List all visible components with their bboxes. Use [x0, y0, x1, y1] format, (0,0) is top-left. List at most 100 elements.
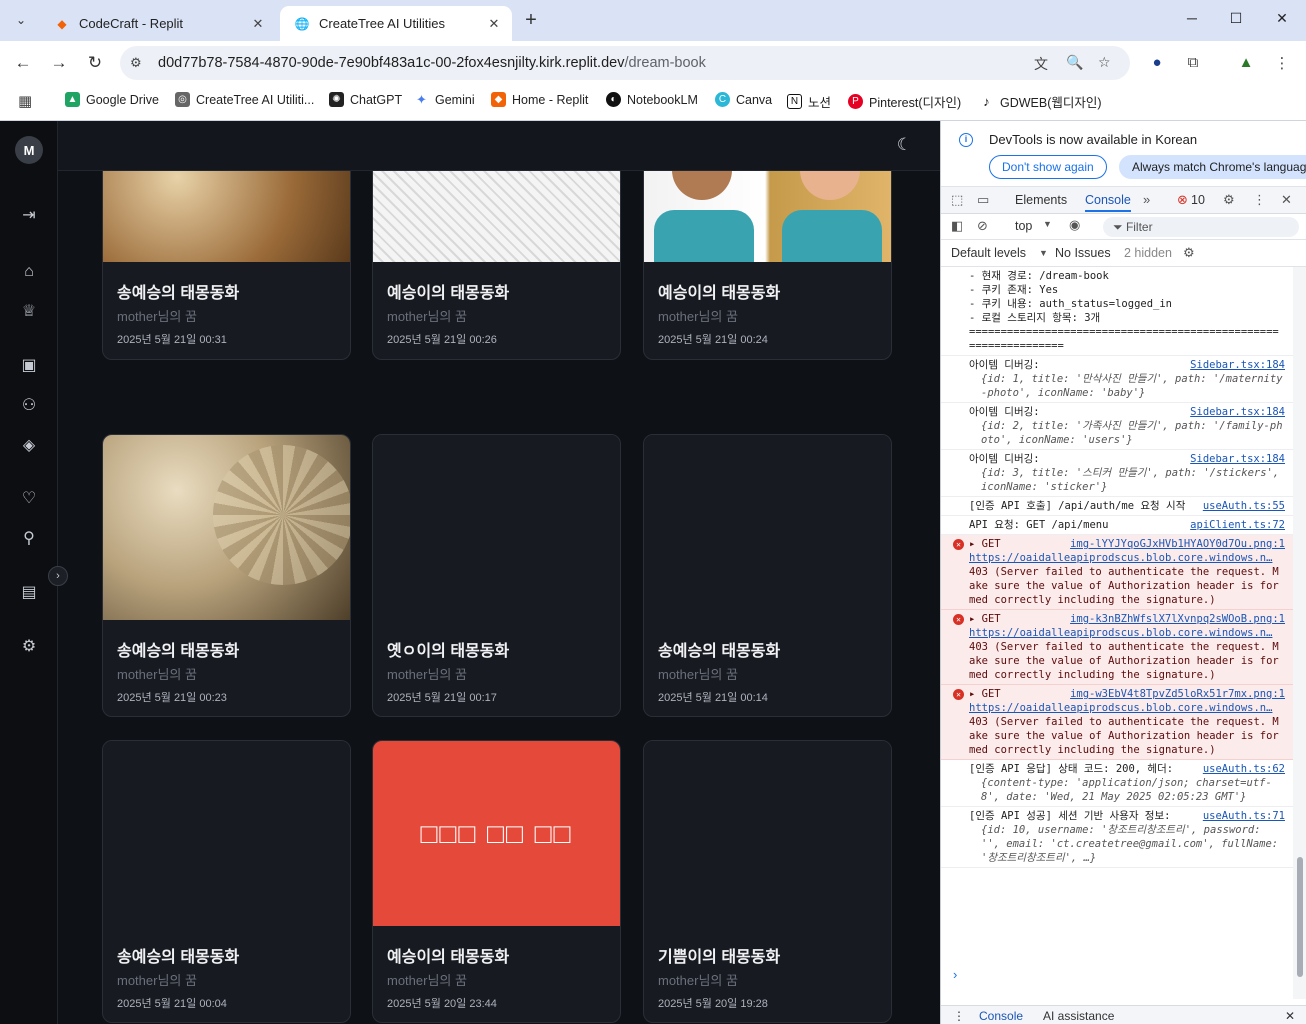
profile-icon[interactable]: ▲: [1236, 54, 1256, 71]
log-object[interactable]: {id: 10, username: '창조트리창조트리', password:…: [969, 823, 1285, 865]
more-tabs-icon[interactable]: »: [1143, 192, 1150, 207]
apps-icon[interactable]: ▦: [18, 92, 32, 110]
forward-button[interactable]: →: [48, 53, 70, 75]
log-object[interactable]: {content-type: 'application/json; charse…: [969, 776, 1285, 804]
dream-card[interactable]: 예승이의 태몽동화 mother님의 꿈 2025년 5월 21일 00:26: [372, 171, 621, 360]
filter-input[interactable]: ⏷ Filter: [1103, 217, 1299, 237]
dream-card[interactable]: 송예승의 태몽동화 mother님의 꿈 2025년 5월 21일 00:14: [643, 434, 892, 717]
reload-button[interactable]: ↻: [84, 53, 106, 75]
bookmark-createtree[interactable]: ◎ CreateTree AI Utiliti...: [175, 92, 314, 107]
drawer-menu-icon[interactable]: ⋮: [953, 1009, 965, 1023]
zoom-icon[interactable]: 🔍: [1066, 54, 1083, 71]
bookmark-gdweb[interactable]: ♪ GDWEB(웹디자인): [979, 92, 1101, 111]
close-icon[interactable]: ✕: [248, 16, 268, 32]
drawer-tab-ai-assistance[interactable]: AI assistance: [1043, 1009, 1114, 1023]
site-info-icon[interactable]: ⚙: [130, 55, 142, 71]
dream-card[interactable]: □□□ □□ □□ 예승이의 태몽동화 mother님의 꿈 2025년 5월 …: [372, 740, 621, 1023]
maximize-button[interactable]: ☐: [1226, 10, 1246, 27]
context-select[interactable]: top: [1015, 219, 1032, 233]
dream-card[interactable]: 옛ㅇ이의 태몽동화 mother님의 꿈 2025년 5월 21일 00:17: [372, 434, 621, 717]
close-devtools-icon[interactable]: ✕: [1281, 192, 1292, 208]
source-link[interactable]: useAuth.ts:55: [1203, 499, 1285, 513]
window-close-button[interactable]: ✕: [1272, 10, 1292, 27]
drawer-tab-console[interactable]: Console: [979, 1009, 1023, 1023]
always-match-language-button[interactable]: Always match Chrome's languag: [1119, 155, 1306, 179]
paint-bucket-icon[interactable]: ◈: [19, 436, 39, 456]
source-link[interactable]: useAuth.ts:71: [1203, 809, 1285, 823]
extensions-puzzle-icon[interactable]: ⧉: [1183, 54, 1203, 71]
dont-show-again-button[interactable]: Don't show again: [989, 155, 1107, 179]
users-icon[interactable]: ⚇: [19, 396, 39, 416]
dream-card[interactable]: 송예승의 태몽동화 mother님의 꿈 2025년 5월 21일 00:23: [102, 434, 351, 717]
source-link[interactable]: useAuth.ts:62: [1203, 762, 1285, 776]
sidebar-expand-button[interactable]: ›: [48, 566, 68, 586]
log-object[interactable]: {id: 1, title: '만삭사진 만들기', path: '/mater…: [969, 372, 1285, 400]
address-bar[interactable]: ⚙ d0d77b78-7584-4870-90de-7e90bf483a1c-0…: [120, 46, 1130, 80]
source-link[interactable]: Sidebar.tsx:184: [1190, 405, 1285, 419]
home-icon[interactable]: ⌂: [19, 262, 39, 282]
close-icon[interactable]: ✕: [484, 16, 504, 32]
back-button[interactable]: ←: [12, 53, 34, 75]
error-count-icon[interactable]: ⊗: [1177, 192, 1188, 208]
new-tab-button[interactable]: +: [520, 9, 542, 31]
source-link[interactable]: img-lYYJYqoGJxHVb1HYAOY0d7Ou.png:1: [1070, 537, 1285, 551]
bookmark-chatgpt[interactable]: ✺ ChatGPT: [329, 92, 402, 107]
moon-icon[interactable]: ☾: [897, 135, 912, 155]
bookmark-canva[interactable]: C Canva: [715, 92, 772, 107]
settings-icon[interactable]: ⚙: [1223, 192, 1235, 208]
clipboard-icon[interactable]: ▤: [19, 583, 39, 603]
log-levels-select[interactable]: Default levels: [951, 246, 1026, 260]
bookmark-gemini[interactable]: ✦ Gemini: [414, 92, 475, 107]
bookmark-google-drive[interactable]: ▲ Google Drive: [65, 92, 159, 107]
console-prompt[interactable]: ›: [953, 967, 957, 982]
pinterest-icon: P: [848, 94, 863, 109]
logout-icon[interactable]: ⇥: [19, 206, 39, 226]
tab-elements[interactable]: Elements: [1015, 193, 1067, 207]
award-icon[interactable]: ♕: [19, 302, 39, 322]
menu-icon[interactable]: ⋮: [1272, 54, 1292, 72]
bookmark-notebooklm[interactable]: ◐ NotebookLM: [606, 92, 698, 107]
log-object[interactable]: {id: 3, title: '스티커 만들기', path: '/sticke…: [969, 466, 1285, 494]
source-link[interactable]: Sidebar.tsx:184: [1190, 452, 1285, 466]
tab-search-button[interactable]: ⌄: [9, 8, 33, 32]
request-url[interactable]: https://oaidalleapiprodscus.blob.core.wi…: [969, 702, 1272, 714]
user-icon[interactable]: ⚲: [19, 529, 39, 549]
minimize-button[interactable]: ─: [1182, 10, 1202, 26]
scrollbar-thumb[interactable]: [1297, 857, 1303, 977]
translate-icon[interactable]: 文: [1034, 54, 1048, 74]
source-link[interactable]: img-w3EbV4t8TpvZd5loRx51r7mx.png:1: [1070, 687, 1285, 701]
more-options-icon[interactable]: ⋮: [1253, 192, 1266, 208]
avatar[interactable]: M: [15, 136, 43, 164]
device-toolbar-icon[interactable]: ▭: [977, 192, 989, 208]
bookmark-notion[interactable]: N 노션: [787, 92, 831, 111]
settings-icon[interactable]: ⚙: [19, 637, 39, 657]
dream-card[interactable]: 기쁨이의 태몽동화 mother님의 꿈 2025년 5월 20일 19:28: [643, 740, 892, 1023]
bookmark-pinterest[interactable]: P Pinterest(디자인): [848, 92, 961, 111]
console-scrollbar[interactable]: [1293, 267, 1306, 999]
issues-button[interactable]: No Issues: [1055, 246, 1111, 260]
sidebar-toggle-icon[interactable]: ◧: [951, 218, 963, 234]
request-url[interactable]: https://oaidalleapiprodscus.blob.core.wi…: [969, 627, 1272, 639]
source-link[interactable]: img-k3nBZhWfslX7lXvnpq2sWOoB.png:1: [1070, 612, 1285, 626]
clear-console-icon[interactable]: ⊘: [977, 218, 988, 234]
star-icon[interactable]: ☆: [1098, 54, 1111, 71]
eye-icon[interactable]: ◉: [1069, 217, 1080, 233]
dream-card[interactable]: 송예승의 태몽동화 mother님의 꿈 2025년 5월 21일 00:04: [102, 740, 351, 1023]
bookmark-replit[interactable]: ◆ Home - Replit: [491, 92, 588, 107]
tab-createtree[interactable]: 🌐 CreateTree AI Utilities ✕: [280, 6, 512, 41]
dream-card[interactable]: 예승이의 태몽동화 mother님의 꿈 2025년 5월 21일 00:24: [643, 171, 892, 360]
log-object[interactable]: {id: 2, title: '가족사진 만들기', path: '/famil…: [969, 419, 1285, 447]
error-count[interactable]: 10: [1191, 193, 1205, 207]
source-link[interactable]: Sidebar.tsx:184: [1190, 358, 1285, 372]
inspect-icon[interactable]: ⬚: [951, 192, 963, 208]
tab-codecraft[interactable]: ◆ CodeCraft - Replit ✕: [40, 6, 276, 41]
request-url[interactable]: https://oaidalleapiprodscus.blob.core.wi…: [969, 552, 1272, 564]
dream-card[interactable]: 송예승의 태몽동화 mother님의 꿈 2025년 5월 21일 00:31: [102, 171, 351, 360]
close-drawer-icon[interactable]: ✕: [1285, 1009, 1295, 1023]
heart-icon[interactable]: ♡: [19, 489, 39, 509]
extension-icon[interactable]: ●: [1147, 54, 1167, 71]
source-link[interactable]: apiClient.ts:72: [1190, 518, 1285, 532]
tab-console[interactable]: Console: [1085, 193, 1131, 212]
image-plus-icon[interactable]: ▣: [19, 356, 39, 376]
console-settings-icon[interactable]: ⚙: [1183, 245, 1195, 261]
